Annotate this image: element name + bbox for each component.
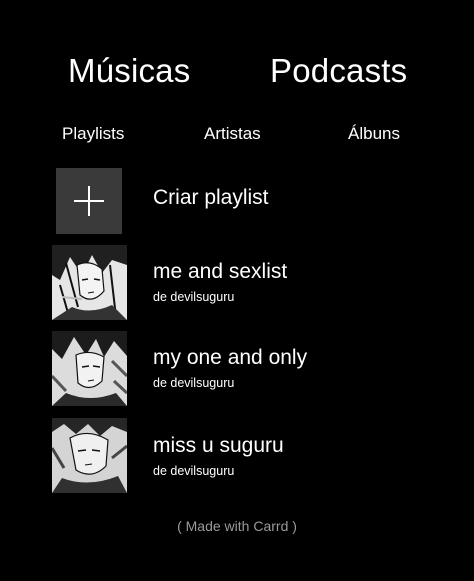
playlist-owner: de devilsuguru — [153, 376, 235, 390]
tab-podcasts[interactable]: Podcasts — [270, 52, 407, 90]
playlist-title: miss u suguru — [153, 434, 284, 457]
subtab-artistas[interactable]: Artistas — [204, 124, 261, 144]
playlist-cover — [52, 331, 127, 406]
plus-icon — [74, 186, 104, 216]
playlist-title: my one and only — [153, 346, 308, 369]
subtab-playlists[interactable]: Playlists — [62, 124, 124, 144]
playlist-item[interactable]: my one and only de devilsuguru — [52, 331, 432, 406]
create-playlist-label: Criar playlist — [153, 186, 269, 209]
playlist-item[interactable]: me and sexlist de devilsuguru — [52, 245, 432, 320]
subtab-albuns[interactable]: Álbuns — [348, 124, 400, 144]
playlist-owner: de devilsuguru — [153, 290, 235, 304]
playlist-cover — [52, 418, 127, 493]
playlist-owner: de devilsuguru — [153, 464, 235, 478]
create-playlist-thumb — [56, 168, 122, 234]
create-playlist-button[interactable]: Criar playlist — [52, 168, 432, 236]
playlist-cover — [52, 245, 127, 320]
playlist-item[interactable]: miss u suguru de devilsuguru — [52, 418, 432, 493]
made-with-carrd-link[interactable]: ( Made with Carrd ) — [0, 518, 474, 534]
playlist-title: me and sexlist — [153, 260, 288, 283]
tab-musicas[interactable]: Músicas — [68, 52, 190, 90]
